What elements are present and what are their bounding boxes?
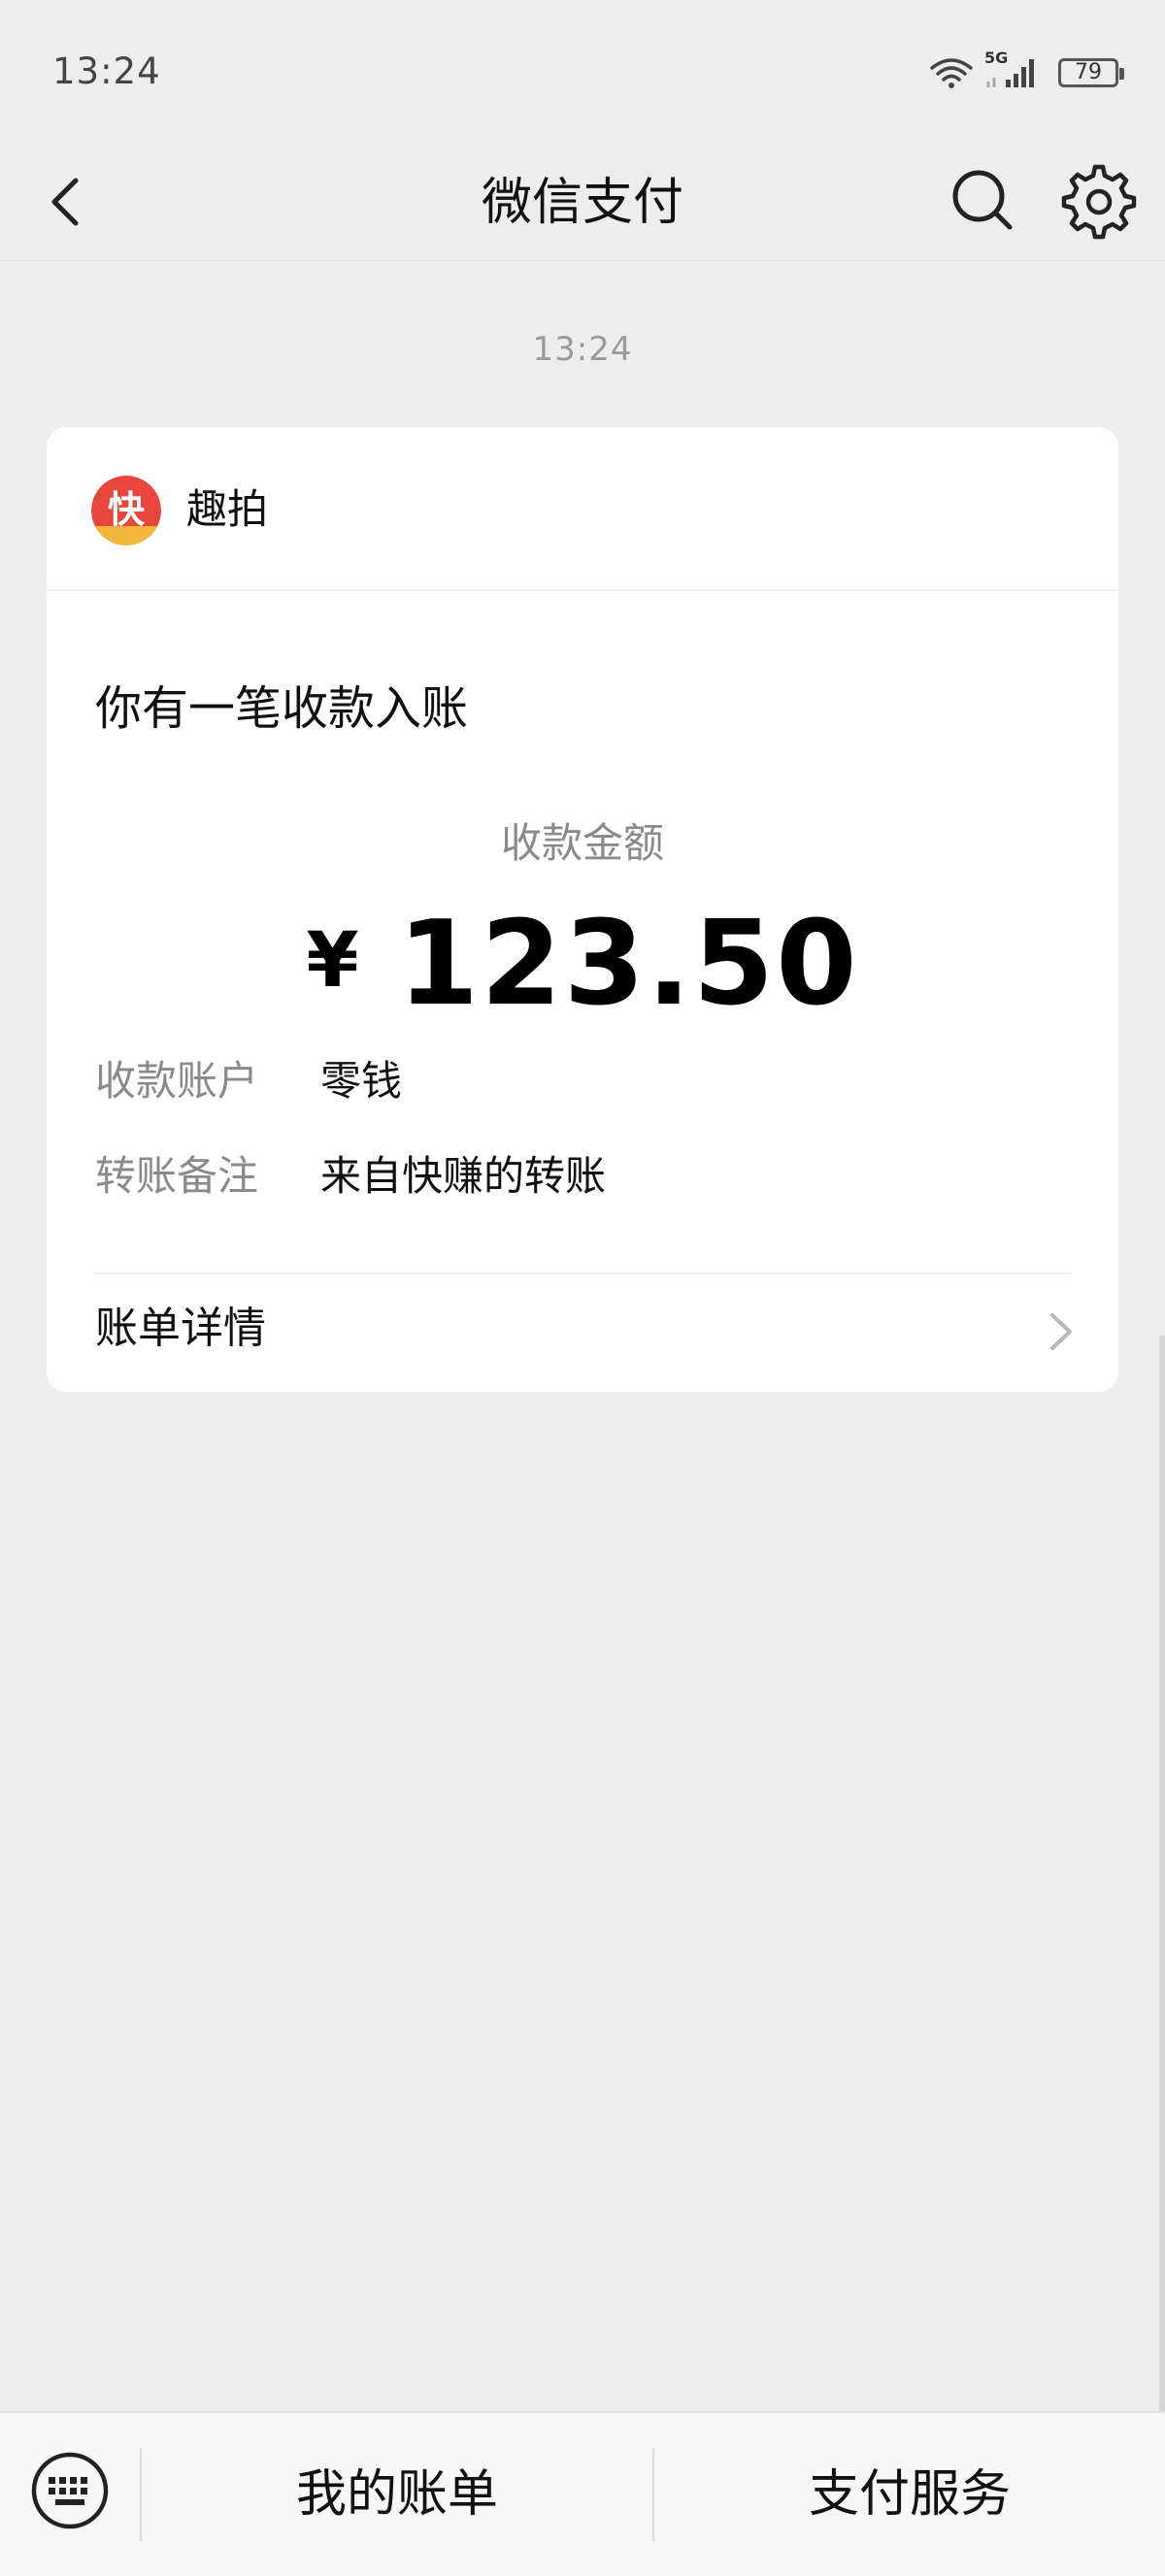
card-heading: 你有一笔收款入账 bbox=[95, 681, 469, 736]
amount-currency: ¥ bbox=[306, 917, 361, 1005]
info-row-account: 收款账户 零钱 bbox=[95, 1052, 402, 1110]
gear-icon[interactable] bbox=[1060, 163, 1138, 241]
signal-bars-icon bbox=[986, 59, 1034, 87]
info-value: 零钱 bbox=[320, 1057, 403, 1105]
bottom-bar: 我的账单 支付服务 bbox=[0, 2411, 1165, 2576]
info-label: 转账备注 bbox=[95, 1152, 259, 1200]
card-header[interactable]: 快 趣拍 bbox=[47, 427, 1118, 591]
scrollbar[interactable] bbox=[1159, 1336, 1165, 2413]
status-bar: 13:24 5G 79 bbox=[0, 0, 1165, 146]
info-label: 收款账户 bbox=[95, 1057, 259, 1105]
status-time: 13:24 bbox=[52, 50, 161, 92]
keyboard-icon[interactable] bbox=[29, 2450, 111, 2531]
status-icons: 5G 79 bbox=[930, 49, 1124, 89]
amount-display: ¥123.50 bbox=[47, 893, 1118, 1033]
payment-notification-card: 快 趣拍 你有一笔收款入账 收款金额 ¥123.50 收款账户 零钱 转账备注 来自… bbox=[47, 427, 1118, 1392]
search-icon[interactable] bbox=[946, 163, 1019, 237]
bill-detail-label: 账单详情 bbox=[95, 1304, 266, 1353]
cellular-signal: 5G bbox=[982, 49, 1041, 89]
merchant-logo-char: 快 bbox=[108, 488, 146, 531]
payment-services-button[interactable]: 支付服务 bbox=[654, 2413, 1165, 2576]
merchant-logo: 快 bbox=[91, 476, 161, 545]
amount-value: 123.50 bbox=[397, 897, 859, 1032]
info-row-remark: 转账备注 来自快赚的转账 bbox=[95, 1147, 606, 1205]
merchant-logo-icon: 快 bbox=[91, 476, 161, 545]
my-bills-button[interactable]: 我的账单 bbox=[142, 2413, 652, 2576]
wifi-icon bbox=[930, 58, 973, 88]
battery-level: 79 bbox=[1075, 60, 1102, 84]
info-value: 来自快赚的转账 bbox=[320, 1152, 607, 1200]
nav-bar: 微信支付 bbox=[0, 146, 1165, 261]
merchant-name: 趣拍 bbox=[186, 485, 269, 533]
message-timestamp: 13:24 bbox=[532, 330, 633, 369]
chevron-right-icon bbox=[1050, 1313, 1072, 1350]
amount-label: 收款金额 bbox=[500, 819, 664, 867]
bill-detail-link[interactable]: 账单详情 bbox=[47, 1274, 1118, 1391]
battery-indicator: 79 bbox=[1058, 58, 1124, 87]
